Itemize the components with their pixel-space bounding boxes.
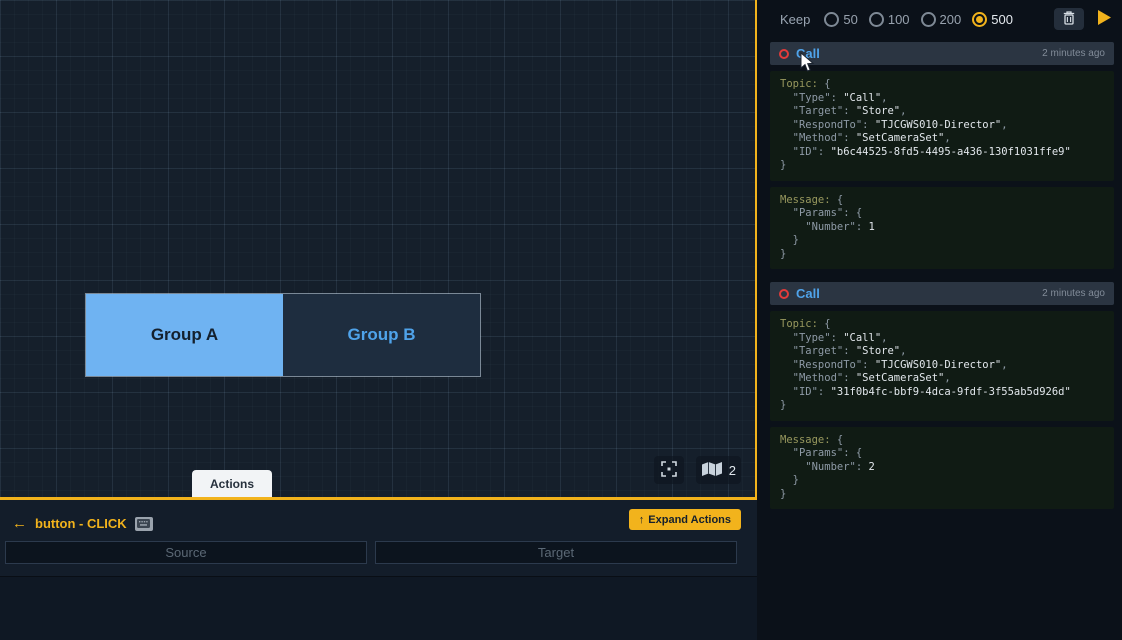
radio-icon [869,12,884,27]
keyboard-icon [135,517,153,531]
message-card: Call 2 minutes ago Topic: { "Type": "Cal… [770,42,1114,269]
topic-body: { "Type": "Call", "Target": "Store", "Re… [780,78,1071,171]
message-label: Message: [780,194,837,206]
message-log-panel: Keep 50 100 200 500 [757,0,1122,640]
radio-icon [824,12,839,27]
message-type-label: Call [796,286,820,301]
message-card: Call 2 minutes ago Topic: { "Type": "Cal… [770,282,1114,509]
topic-json: Topic: { "Type": "Call", "Target": "Stor… [770,311,1114,421]
topic-body: { "Type": "Call", "Target": "Store", "Re… [780,318,1071,411]
keep-option-label: 50 [843,12,857,27]
keep-option-label: 200 [940,12,962,27]
expand-arrow-icon: ↑ [639,514,645,526]
message-json: Message: { "Params": { "Number": 2 } } [770,427,1114,510]
resume-feed-button[interactable] [1095,7,1114,31]
fit-view-button[interactable] [654,456,684,484]
actions-panel: ← button - CLICK ↑ Expand Actions [0,500,757,640]
keep-option-label: 100 [888,12,910,27]
group-button-pair: Group A Group B [85,293,481,377]
keep-option-200[interactable]: 200 [921,12,962,27]
play-icon [1097,9,1112,29]
back-arrow-icon[interactable]: ← [12,515,27,532]
map-toggle-button[interactable]: 2 [696,456,741,484]
keep-bar: Keep 50 100 200 500 [757,0,1122,38]
message-type-label: Call [796,46,820,61]
message-label: Message: [780,434,837,446]
message-card-header[interactable]: Call 2 minutes ago [770,42,1114,65]
target-input[interactable] [375,541,737,564]
fit-view-icon [661,461,677,480]
actions-panel-body [0,576,757,640]
map-icon [701,461,723,480]
canvas-toolbar: 2 [654,456,741,484]
message-card-header[interactable]: Call 2 minutes ago [770,282,1114,305]
keep-option-100[interactable]: 100 [869,12,910,27]
action-breadcrumb: ← button - CLICK [12,515,153,532]
topic-label: Topic: [780,318,824,330]
group-a-button[interactable]: Group A [86,294,283,376]
topic-label: Topic: [780,78,824,90]
expand-actions-label: Expand Actions [648,514,731,526]
keep-option-500[interactable]: 500 [972,12,1013,27]
expand-actions-button[interactable]: ↑ Expand Actions [629,509,741,530]
message-json: Message: { "Params": { "Number": 1 } } [770,187,1114,270]
trash-icon [1063,11,1075,28]
status-ring-icon [779,289,789,299]
message-timestamp: 2 minutes ago [1042,288,1105,299]
status-ring-icon [779,49,789,59]
radio-selected-icon [972,12,987,27]
stage-canvas[interactable]: Group A Group B Actions [0,0,757,500]
message-list[interactable]: Call 2 minutes ago Topic: { "Type": "Cal… [757,38,1122,640]
radio-icon [921,12,936,27]
message-timestamp: 2 minutes ago [1042,48,1105,59]
group-b-button[interactable]: Group B [283,294,480,376]
keep-option-label: 500 [991,12,1013,27]
clear-messages-button[interactable] [1054,8,1084,30]
keep-label: Keep [780,12,810,27]
topic-json: Topic: { "Type": "Call", "Target": "Stor… [770,71,1114,181]
actions-tab[interactable]: Actions [192,470,272,497]
action-title: button - CLICK [35,516,127,531]
keep-option-50[interactable]: 50 [824,12,857,27]
app-root: Group A Group B Actions [0,0,1122,640]
map-count: 2 [729,463,736,478]
source-input[interactable] [5,541,367,564]
